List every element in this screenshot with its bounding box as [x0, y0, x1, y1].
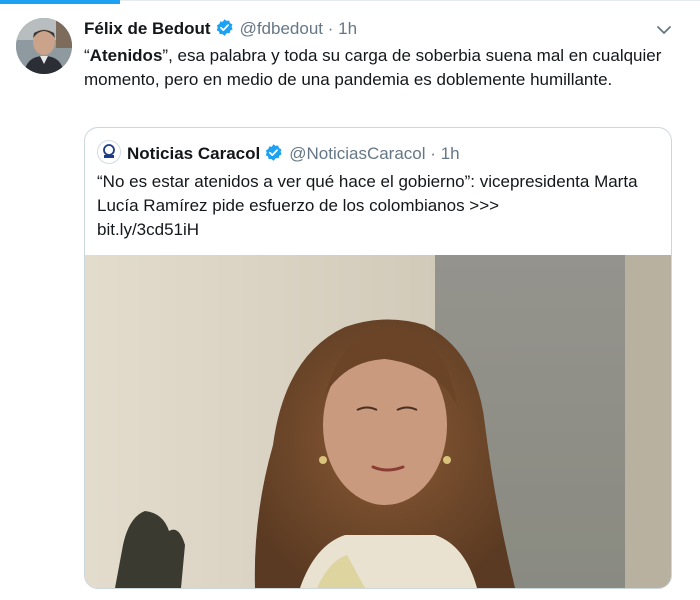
quoted-avatar: [97, 140, 121, 164]
verified-badge-icon: [215, 18, 234, 45]
tweet-text-body: , esa palabra y toda su carga de soberbi…: [84, 46, 662, 89]
quoted-timestamp: 1h: [440, 144, 460, 163]
author-name[interactable]: Félix de Bedout: [84, 19, 211, 38]
author-handle[interactable]: @fdbedout: [240, 19, 323, 38]
separator: ·: [430, 144, 436, 163]
quoted-tweet[interactable]: Noticias Caracol @NoticiasCaracol · 1h “N…: [84, 127, 672, 589]
quoted-media-image[interactable]: [85, 255, 671, 588]
tweet[interactable]: Félix de Bedout @fdbedout · 1h “Atenidos”…: [0, 0, 700, 600]
quoted-text-body: “No es estar atenidos a ver qué hace el …: [97, 172, 638, 215]
quoted-author-name: Noticias Caracol: [127, 144, 261, 163]
verified-badge-icon: [264, 143, 283, 169]
quoted-text: “No es estar atenidos a ver qué hace el …: [97, 170, 657, 242]
separator: ·: [327, 19, 334, 38]
tweet-actions-row: [84, 592, 664, 600]
timestamp[interactable]: 1h: [338, 19, 357, 38]
quoted-author-handle: @NoticiasCaracol: [289, 144, 426, 163]
quoted-link[interactable]: bit.ly/3cd51iH: [97, 218, 657, 242]
tweet-text: “Atenidos”, esa palabra y toda su carga …: [84, 44, 664, 92]
chevron-down-icon[interactable]: [654, 20, 674, 40]
tweet-text-bold: Atenidos: [89, 46, 163, 65]
avatar[interactable]: [16, 18, 72, 74]
video-frame: [85, 255, 671, 588]
tweet-header: Félix de Bedout @fdbedout · 1h: [84, 16, 680, 44]
quoted-header: Noticias Caracol @NoticiasCaracol · 1h: [97, 140, 460, 164]
author-photo: [16, 18, 72, 74]
